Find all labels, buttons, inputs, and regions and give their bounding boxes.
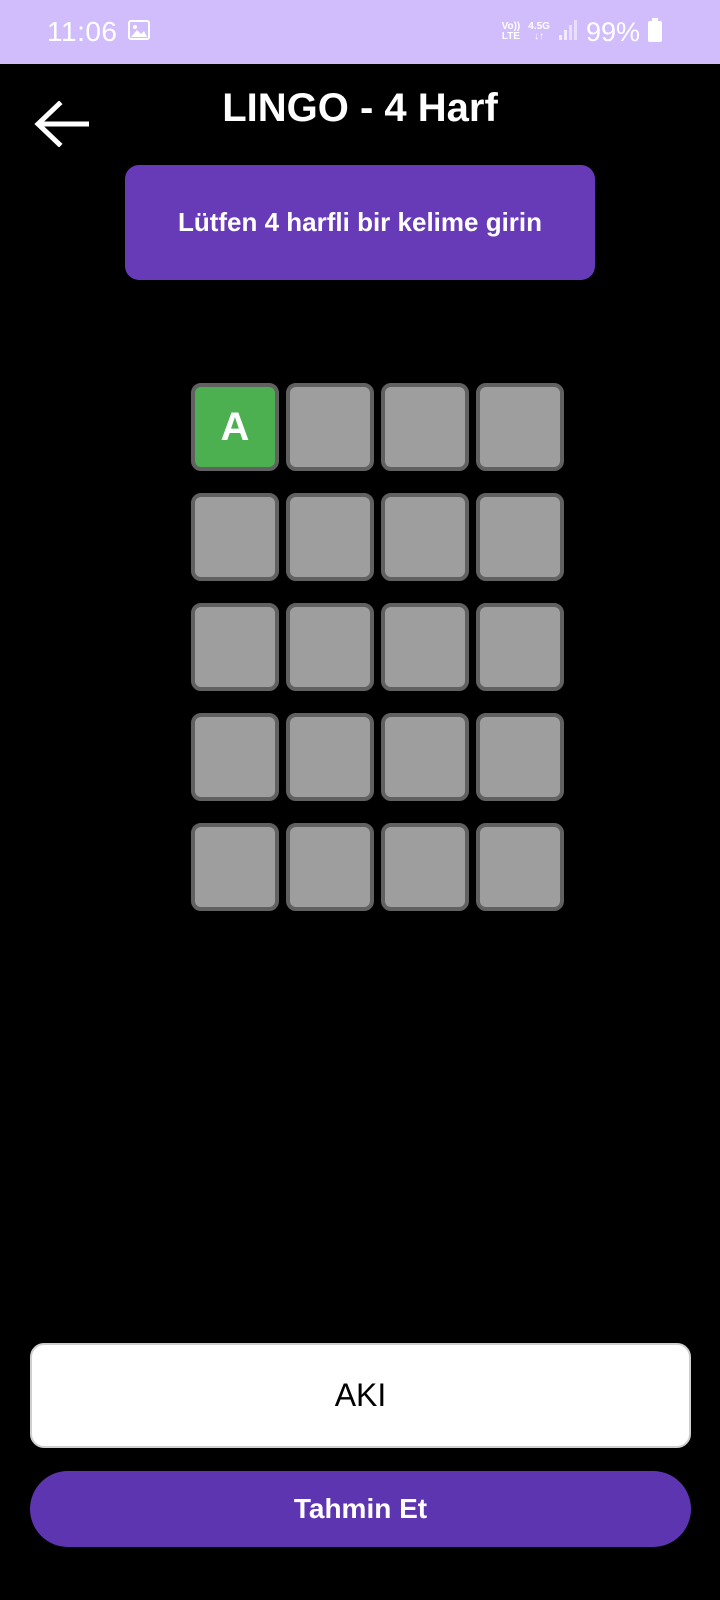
screen: 11:06 Vo)) LTE 4.5G ↓↑ 99% LINGO - 4 Har… bbox=[0, 0, 720, 1600]
grid-cell bbox=[381, 383, 469, 471]
data-arrows-icon: ↓↑ bbox=[534, 31, 545, 42]
guess-input[interactable] bbox=[30, 1343, 691, 1448]
grid-cell bbox=[381, 713, 469, 801]
battery-text: 99% bbox=[585, 16, 640, 47]
grid-cell bbox=[191, 493, 279, 581]
grid-cell bbox=[381, 493, 469, 581]
status-time: 11:06 bbox=[47, 16, 118, 47]
grid-cell bbox=[476, 713, 564, 801]
volte-label: Vo)) LTE bbox=[502, 22, 521, 42]
grid-cell bbox=[286, 823, 374, 911]
message-text: Lütfen 4 harfli bir kelime girin bbox=[177, 207, 543, 237]
status-left: 11:06 bbox=[47, 16, 150, 48]
signal-icon bbox=[558, 19, 578, 46]
submit-guess-button[interactable]: Tahmin Et bbox=[30, 1471, 691, 1547]
grid-cell bbox=[476, 603, 564, 691]
network-type-label: 4.5G ↓↑ bbox=[528, 22, 550, 42]
grid-cell bbox=[191, 823, 279, 911]
grid-cell bbox=[381, 603, 469, 691]
grid-cell bbox=[381, 823, 469, 911]
letter-grid: A bbox=[191, 383, 564, 911]
grid-cell bbox=[191, 603, 279, 691]
grid-cell bbox=[286, 383, 374, 471]
grid-cell bbox=[191, 713, 279, 801]
page-title: LINGO - 4 Harf bbox=[222, 86, 498, 130]
grid-cell bbox=[476, 383, 564, 471]
message-banner: Lütfen 4 harfli bir kelime girin bbox=[125, 165, 595, 280]
grid-cell bbox=[476, 823, 564, 911]
grid-cell bbox=[476, 493, 564, 581]
grid-cell bbox=[286, 603, 374, 691]
grid-cell bbox=[286, 493, 374, 581]
grid-cell bbox=[286, 713, 374, 801]
image-icon bbox=[127, 19, 150, 45]
status-right: Vo)) LTE 4.5G ↓↑ 99% bbox=[502, 17, 662, 48]
volte-bottom: LTE bbox=[501, 31, 520, 42]
status-bar: 11:06 Vo)) LTE 4.5G ↓↑ 99% bbox=[0, 0, 720, 64]
grid-cell: A bbox=[191, 383, 279, 471]
battery-icon bbox=[648, 17, 662, 47]
